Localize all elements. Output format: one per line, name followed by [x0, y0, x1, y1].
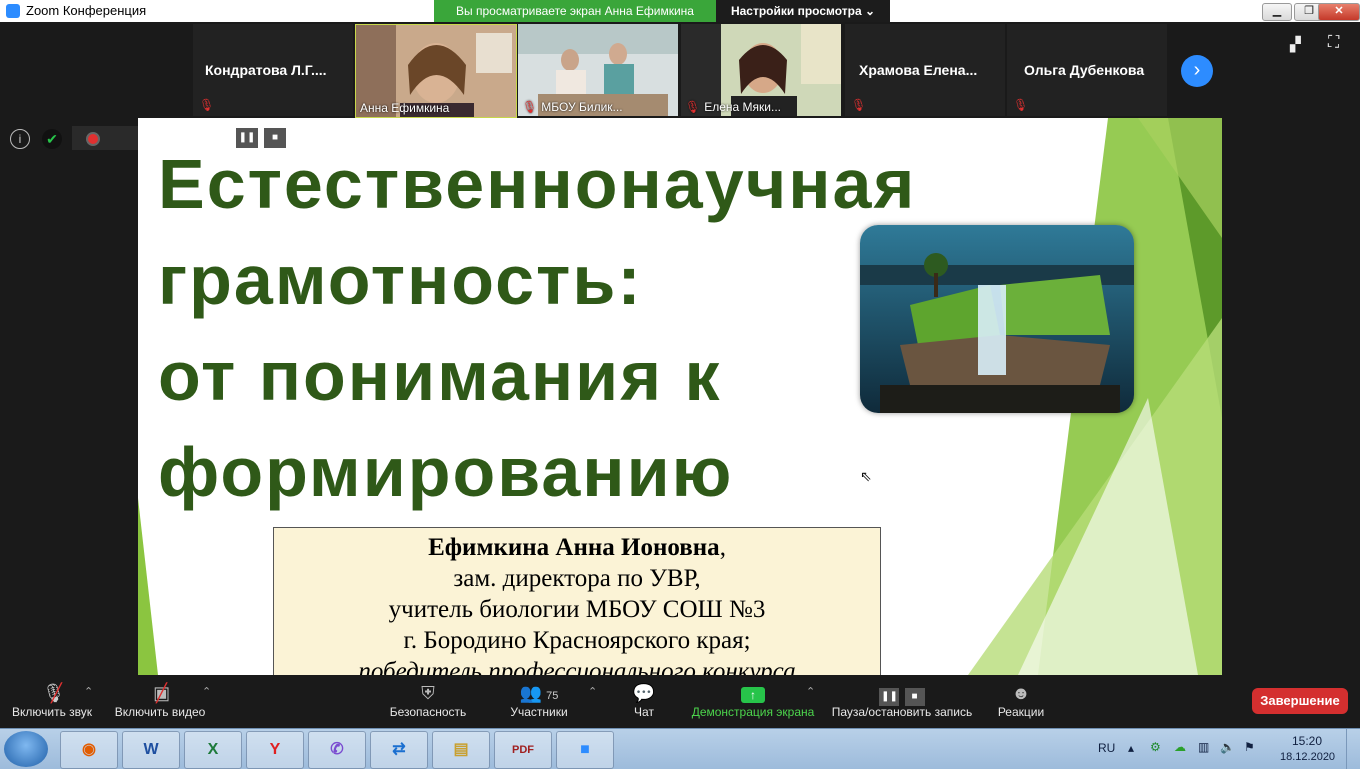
slide-title-line: формированию — [158, 433, 734, 511]
zoom-app-icon — [6, 4, 20, 18]
clock-time[interactable]: 15:20 — [1292, 734, 1322, 748]
unmute-button[interactable]: 🎙╱ Включить звук — [6, 675, 98, 728]
record-label: Пауза/остановить запись — [831, 705, 973, 719]
share-screen-button[interactable]: ↑ Демонстрация экрана — [690, 675, 816, 728]
author-name: Ефимкина Анна Ионовна — [428, 534, 720, 561]
mic-muted-icon: 🎙 — [522, 100, 538, 114]
view-layout-icon[interactable]: ▞ — [1290, 36, 1316, 52]
author-city: г. Бородино Красноярского края; — [403, 627, 751, 654]
participant-tile[interactable]: Ольга Дубенкова 🎙 — [1007, 24, 1167, 116]
pdf-reader-icon[interactable]: PDF — [494, 731, 552, 769]
language-indicator[interactable]: RU — [1098, 741, 1115, 755]
firefox-icon[interactable]: ◉ — [60, 731, 118, 769]
volume-icon[interactable]: 🔈 — [1220, 740, 1235, 754]
clock-date[interactable]: 18.12.2020 — [1280, 751, 1335, 763]
close-button[interactable]: ✕ — [1318, 3, 1360, 21]
reactions-label: Реакции — [997, 705, 1045, 719]
participant-video-tile[interactable]: Анна Ефимкина — [355, 24, 517, 118]
chat-icon: 💬 — [632, 683, 656, 703]
start-video-button[interactable]: ▣╱ Включить видео — [112, 675, 208, 728]
chat-label: Чат — [634, 705, 654, 719]
minimize-button[interactable]: ▁ — [1262, 3, 1292, 21]
mic-muted-icon: 🎙 — [199, 98, 215, 112]
view-settings-menu[interactable]: Настройки просмотра ⌄ — [716, 0, 890, 22]
mic-muted-icon: 🎙 — [1013, 98, 1029, 112]
reactions-button[interactable]: ☻ Реакции — [994, 675, 1048, 728]
participant-video-tile[interactable]: 🎙 Елена Мяки... — [681, 24, 841, 116]
next-page-button[interactable]: › — [1181, 55, 1213, 87]
participant-label: 🎙 МБОУ Билик... — [522, 100, 623, 114]
wechat-tray-icon[interactable]: ☁ — [1174, 740, 1186, 754]
shared-slide: Естественнонаучная грамотность: от поним… — [138, 118, 1222, 675]
participant-tile[interactable]: Кондратова Л.Г.... 🎙 — [193, 24, 353, 116]
audio-options-caret[interactable]: ⌃ — [84, 685, 93, 698]
file-explorer-icon[interactable]: ▤ — [432, 731, 490, 769]
encryption-shield-icon[interactable]: ✔ — [42, 129, 62, 149]
start-button[interactable] — [4, 731, 48, 767]
recording-indicator-icon — [86, 132, 100, 146]
participant-tile[interactable]: Храмова Елена... 🎙 — [845, 24, 1005, 116]
tray-app-icon[interactable]: ⚙ — [1150, 740, 1161, 754]
shield-icon: ⛨ — [421, 683, 435, 703]
participant-label: 🎙 Елена Мяки... — [685, 100, 781, 114]
participant-video-tile[interactable]: 🎙 МБОУ Билик... — [518, 24, 678, 116]
author-name-suffix: , — [719, 534, 726, 561]
pause-stop-recording-button[interactable]: ❚❚ ■ Пауза/остановить запись — [830, 675, 974, 728]
mic-muted-icon: 🎙 — [851, 98, 867, 112]
author-role: учитель биологии МБОУ СОШ №3 — [388, 596, 766, 623]
record-controls-icon: ❚❚ ■ — [830, 683, 974, 706]
share-screen-label: Демонстрация экрана — [691, 705, 815, 719]
chat-button[interactable]: 💬 Чат — [624, 675, 664, 728]
video-options-caret[interactable]: ⌃ — [202, 685, 211, 698]
participants-count: 75 — [546, 690, 559, 702]
author-position: зам. директора по УВР, — [453, 565, 701, 592]
participants-button[interactable]: 👥 75 Участники — [506, 675, 572, 728]
slide-title: Естественнонаучная грамотность: от поним… — [158, 136, 916, 520]
network-icon[interactable]: ▥ — [1198, 740, 1209, 754]
book-waterfall-image — [860, 225, 1134, 413]
excel-icon[interactable]: X — [184, 731, 242, 769]
participant-name: Храмова Елена... — [859, 62, 978, 78]
video-off-icon: ▣╱ — [153, 683, 171, 703]
windows-taskbar: ◉ W X Y ✆ ⇄ ▤ PDF ■ RU ▴ ⚙ ☁ ▥ 🔈 ⚑ 15:20… — [0, 728, 1360, 769]
action-center-flag-icon[interactable]: ⚑ — [1244, 740, 1255, 754]
meeting-info-icon[interactable]: i — [10, 129, 30, 149]
author-info-box: Ефимкина Анна Ионовна, зам. директора по… — [273, 527, 881, 675]
security-label: Безопасность — [389, 705, 467, 719]
slide-title-line: грамотность: — [158, 241, 643, 319]
share-options-caret[interactable]: ⌃ — [806, 685, 815, 698]
participant-name: Кондратова Л.Г.... — [205, 62, 327, 78]
meeting-toolbar: 🎙╱ Включить звук ⌃ ▣╱ Включить видео ⌃ ⛨… — [0, 675, 1360, 728]
yandex-browser-icon[interactable]: Y — [246, 731, 304, 769]
participants-icon: 👥 75 — [519, 683, 559, 703]
slide-title-line: от понимания к — [158, 337, 722, 415]
screen-share-banner: Вы просматриваете экран Анна Ефимкина — [434, 0, 716, 22]
participants-options-caret[interactable]: ⌃ — [588, 685, 597, 698]
zoom-taskbar-icon[interactable]: ■ — [556, 731, 614, 769]
word-icon[interactable]: W — [122, 731, 180, 769]
mic-muted-icon: 🎙 — [685, 100, 701, 114]
window-title: Zoom Конференция — [26, 3, 147, 18]
participants-strip: Кондратова Л.Г.... 🎙 Анна Ефимкина 🎙 МБОУ… — [0, 22, 1360, 118]
share-screen-icon: ↑ — [690, 683, 816, 703]
author-award: победитель профессионального конкурса — [358, 658, 796, 675]
show-desktop-button[interactable] — [1346, 729, 1360, 769]
pause-recording-button[interactable]: ❚❚ — [236, 128, 258, 148]
participant-label: Анна Ефимкина — [360, 101, 450, 115]
mouse-cursor-icon: ⇖ — [860, 468, 872, 484]
fullscreen-icon[interactable]: ⛶ — [1328, 34, 1348, 54]
participant-name: Ольга Дубенкова — [1024, 62, 1145, 78]
unmute-label: Включить звук — [11, 705, 93, 719]
end-meeting-button[interactable]: Завершение — [1252, 688, 1348, 714]
stop-recording-button[interactable]: ■ — [264, 128, 286, 148]
security-button[interactable]: ⛨ Безопасность — [386, 675, 470, 728]
start-video-label: Включить видео — [114, 705, 206, 719]
participants-label: Участники — [510, 705, 568, 719]
tray-expand-icon[interactable]: ▴ — [1128, 741, 1134, 755]
teamviewer-icon[interactable]: ⇄ — [370, 731, 428, 769]
slide-title-line: Естественнонаучная — [158, 145, 917, 223]
smiley-icon: ☻ — [1011, 683, 1031, 703]
viber-icon[interactable]: ✆ — [308, 731, 366, 769]
recording-label: Запись... — [138, 131, 184, 143]
